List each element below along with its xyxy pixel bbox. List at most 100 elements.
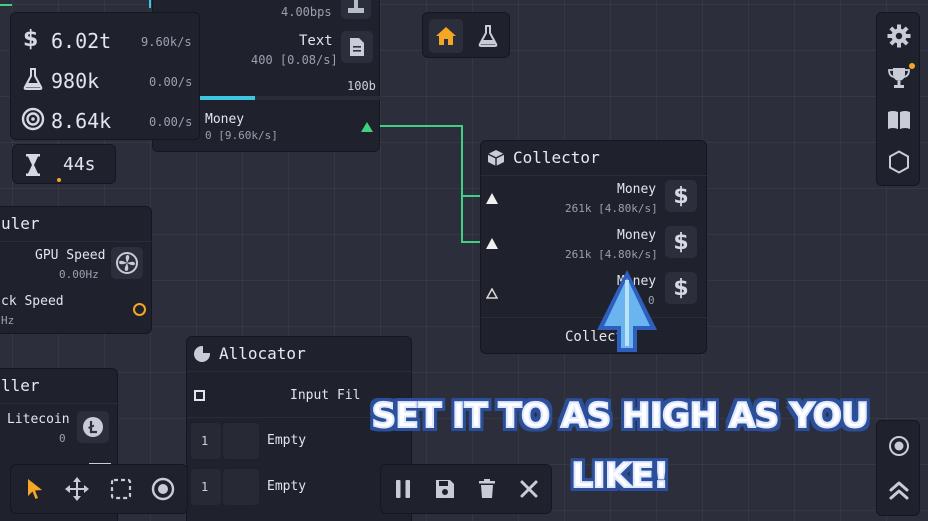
delete-button[interactable]: [467, 469, 507, 509]
scheduler-title: uler: [1, 214, 40, 233]
slot-count: 1: [201, 434, 209, 448]
tool-bar: [10, 464, 188, 514]
input-port-arrow-icon[interactable]: [486, 238, 498, 249]
hourglass-icon: [25, 154, 41, 180]
action-bar: [380, 464, 552, 514]
dollar-icon: $: [665, 226, 697, 258]
arrow-up-overlay-icon: [597, 270, 657, 352]
right-menu: [876, 12, 920, 186]
pause-icon: [396, 480, 410, 498]
home-icon: [436, 27, 456, 45]
slot-count-box: 1: [191, 469, 221, 505]
top-node-money-sub: 0 [9.60k/s]: [205, 129, 278, 142]
move-icon: [65, 477, 89, 501]
top-node-bps: 4.00bps: [281, 5, 332, 19]
slot-label: Empty: [267, 433, 307, 448]
hexagon-button[interactable]: [882, 145, 916, 179]
divider: [187, 371, 413, 372]
document-icon: [341, 31, 373, 63]
resource-value: 980k: [51, 69, 100, 93]
top-node-text-label: Text: [299, 33, 333, 49]
wire-to-collector-2: [461, 126, 482, 243]
dollar-icon: $: [23, 27, 39, 52]
timer-value: 44s: [63, 154, 96, 175]
top-node-money-label: Money: [205, 112, 245, 127]
pie-chart-icon: [193, 345, 211, 367]
flask-icon: [478, 25, 498, 47]
timer-dot: [57, 178, 61, 182]
move-tool[interactable]: [57, 469, 97, 509]
wire-to-collector-1: [378, 125, 482, 197]
save-icon: [436, 480, 454, 498]
close-icon: [520, 480, 538, 498]
cursor-icon: [28, 479, 42, 499]
promo-banner: SET IT TO AS HIGH AS YOU LIKE!: [371, 395, 870, 497]
divider: [0, 241, 153, 242]
slot-box[interactable]: [223, 469, 259, 505]
input-filter-checkbox[interactable]: [194, 390, 205, 401]
slot-label: Empty: [267, 479, 307, 494]
resource-rate: 9.60k/s: [141, 35, 192, 49]
pause-button[interactable]: [383, 469, 423, 509]
clock-speed-value: Hz: [1, 314, 15, 327]
resource-row-research: 980k 0.00/s: [11, 61, 201, 99]
litecoin-label: Litecoin: [7, 412, 70, 427]
select-icon: [110, 478, 132, 500]
book-icon: [888, 111, 910, 129]
chevron-double-up-icon: [889, 481, 909, 500]
codex-button[interactable]: [882, 103, 916, 137]
circle-tool[interactable]: [143, 469, 183, 509]
cursor-tool[interactable]: [15, 469, 55, 509]
collector-row-sub: 261k [4.80k/s]: [565, 202, 658, 215]
collector-row-label: Money: [617, 228, 657, 243]
resource-value: 8.64k: [51, 109, 112, 133]
divider: [481, 175, 708, 176]
gpu-speed-label: GPU Speed: [35, 248, 106, 263]
output-port-arrow-icon[interactable]: [361, 122, 373, 132]
litecoin-value: 0: [59, 432, 66, 445]
circle-icon: [151, 477, 175, 501]
collector-row-sub: 261k [4.80k/s]: [565, 248, 658, 261]
trash-icon: [479, 479, 495, 498]
output-port-circle-icon[interactable]: [133, 303, 146, 316]
slot-count-box: 1: [191, 423, 221, 459]
gpu-speed-value: 0.00Hz: [59, 268, 99, 281]
achievements-button[interactable]: [882, 61, 916, 95]
timer-panel: 44s: [12, 144, 116, 184]
divider: [0, 403, 119, 404]
collector-title: Collector: [513, 148, 600, 167]
gear-icon: [887, 24, 911, 48]
resource-value: 6.02t: [51, 29, 112, 53]
controller-title: ller: [1, 376, 40, 395]
settings-button[interactable]: [882, 19, 916, 53]
input-port-arrow-icon[interactable]: [485, 284, 499, 303]
dollar-icon: $: [665, 180, 697, 212]
litecoin-icon: [77, 411, 109, 443]
home-tab[interactable]: [429, 19, 463, 53]
top-node-size: 100b: [347, 79, 376, 93]
allocator-title: Allocator: [219, 344, 306, 363]
dollar-icon: $: [665, 272, 697, 304]
top-node-text-sub: 400 [0.08/s]: [251, 53, 338, 67]
slot-box[interactable]: [223, 423, 259, 459]
resource-rate: 0.00/s: [149, 115, 193, 129]
research-tab[interactable]: [471, 19, 505, 53]
save-button[interactable]: [425, 469, 465, 509]
hexagon-icon: [889, 150, 909, 174]
flask-icon: [23, 68, 43, 94]
clock-speed-label: ck Speed: [1, 294, 64, 309]
resource-rate: 0.00/s: [149, 75, 193, 89]
select-tool[interactable]: [101, 469, 141, 509]
resource-row-target: 8.64k 0.00/s: [11, 101, 201, 139]
scheduler-node[interactable]: uler GPU Speed 0.00Hz ck Speed Hz: [0, 206, 153, 334]
input-port-arrow-icon[interactable]: [486, 193, 498, 204]
box-icon: [487, 149, 505, 171]
notification-dot: [909, 63, 915, 69]
trophy-icon: [888, 68, 910, 88]
slot-count: 1: [201, 480, 209, 494]
close-button[interactable]: [509, 469, 549, 509]
resource-row-money: $ 6.02t 9.60k/s: [11, 21, 201, 59]
collector-row-label: Money: [617, 182, 657, 197]
collapse-button[interactable]: [882, 473, 916, 507]
target-icon: [889, 436, 909, 456]
